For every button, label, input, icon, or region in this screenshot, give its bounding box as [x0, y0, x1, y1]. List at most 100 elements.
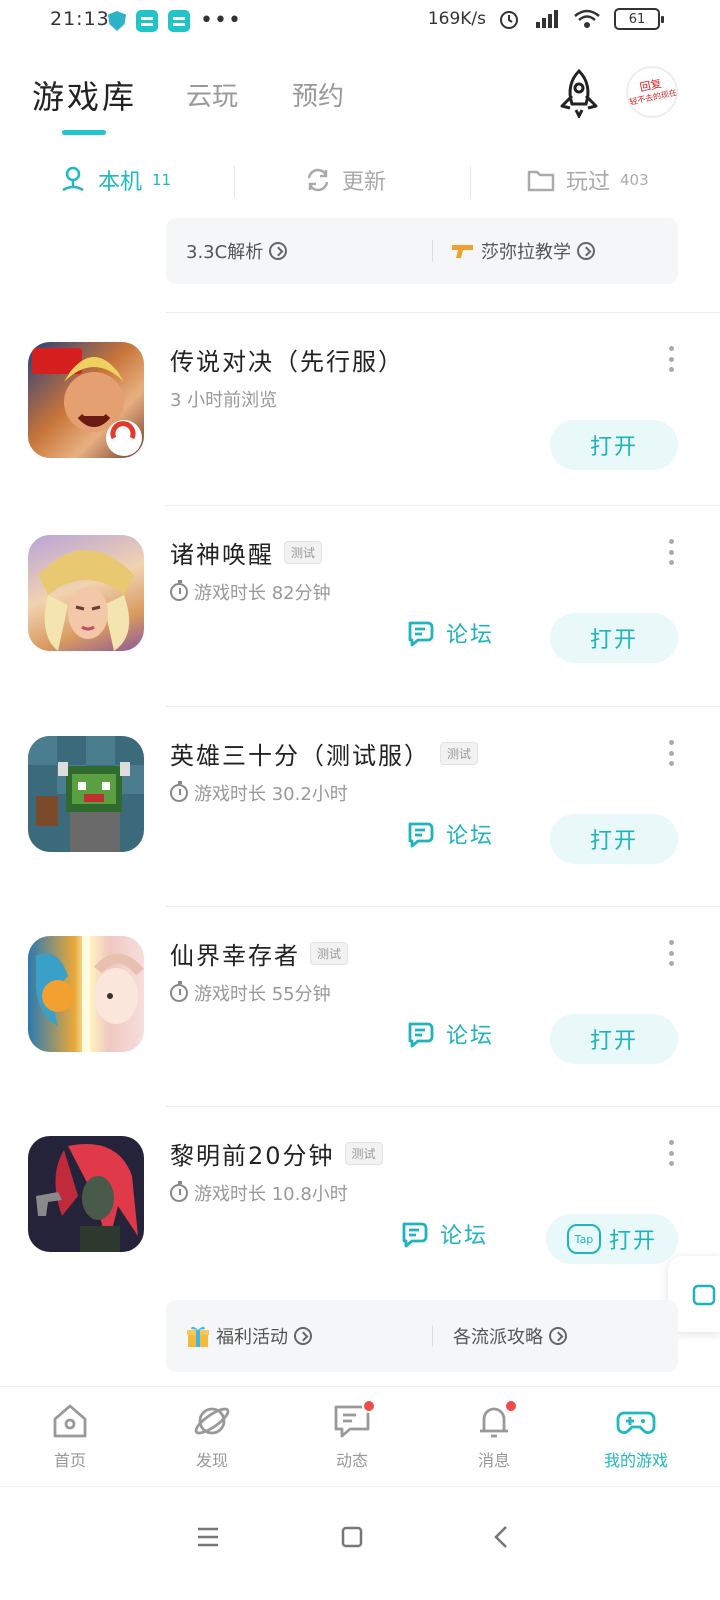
- open-button-label: 打开: [608, 1229, 657, 1254]
- strip-link-label: 各流派攻略: [453, 1327, 543, 1348]
- nav-discover[interactable]: 发现: [162, 1401, 262, 1471]
- game-art-icon: [32, 348, 142, 456]
- status-time: 21:13: [50, 8, 110, 30]
- notification-dot: [504, 1399, 518, 1413]
- open-button[interactable]: Tap 打开: [546, 1214, 678, 1264]
- game-icon[interactable]: [28, 535, 144, 651]
- forum-button[interactable]: 论坛: [406, 1018, 494, 1050]
- header: 游戏库 云玩 预约: [0, 60, 720, 140]
- timer-icon: [170, 781, 188, 802]
- open-button[interactable]: 打开: [550, 814, 678, 864]
- more-options-icon[interactable]: [666, 940, 676, 966]
- strip-link-label: 3.3C解析: [186, 242, 264, 263]
- tab-cloud-play[interactable]: 云玩: [186, 76, 238, 113]
- strip-link-analysis[interactable]: 3.3C解析: [186, 238, 432, 264]
- strip-link-tutorial[interactable]: 莎弥拉教学: [451, 238, 595, 264]
- game-title[interactable]: 仙界幸存者 测试: [170, 936, 349, 971]
- game-subtitle-text: 游戏时长 55分钟: [194, 984, 331, 1005]
- more-options-icon[interactable]: [666, 346, 676, 372]
- back-icon[interactable]: [480, 1515, 524, 1559]
- tab-game-library[interactable]: 游戏库: [32, 72, 137, 118]
- game-title-text: 传说对决（先行服）: [170, 348, 404, 376]
- home-square-icon[interactable]: [330, 1515, 374, 1559]
- game-subtitle: 游戏时长 55分钟: [170, 980, 331, 1006]
- game-subtitle: 游戏时长 10.8小时: [170, 1180, 348, 1206]
- open-button[interactable]: 打开: [550, 613, 678, 663]
- nav-messages[interactable]: 消息: [444, 1399, 544, 1471]
- game-title[interactable]: 黎明前20分钟 测试: [170, 1136, 383, 1171]
- nav-label: 消息: [477, 1451, 510, 1470]
- game-icon[interactable]: [28, 342, 144, 458]
- test-badge: 测试: [284, 541, 323, 564]
- side-tool-icon: [692, 1284, 716, 1306]
- game-row: 英雄三十分（测试服） 测试 游戏时长 30.2小时 论坛 打开: [0, 706, 720, 886]
- chat-icon: [332, 1399, 376, 1441]
- open-button-label: 打开: [589, 829, 638, 854]
- timer-icon: [170, 580, 188, 601]
- game-title[interactable]: 传说对决（先行服）: [170, 342, 404, 377]
- game-subtitle: 游戏时长 30.2小时: [170, 780, 348, 806]
- tab-reservation[interactable]: 预约: [292, 76, 344, 113]
- arrow-circle-icon: [549, 1327, 567, 1345]
- divider: [432, 1325, 433, 1347]
- subtab-played[interactable]: 玩过 403: [526, 164, 649, 196]
- open-button[interactable]: 打开: [550, 1014, 678, 1064]
- forum-button[interactable]: 论坛: [406, 617, 494, 649]
- shield-icon: [108, 11, 126, 31]
- gamepad-icon: [616, 1411, 656, 1434]
- forum-icon: [408, 621, 434, 647]
- game-title[interactable]: 诸神唤醒 测试: [170, 535, 323, 570]
- game-art-icon: [38, 550, 134, 651]
- nav-label: 动态: [335, 1451, 368, 1470]
- open-button[interactable]: 打开: [550, 420, 678, 470]
- nav-feed[interactable]: 动态: [302, 1399, 402, 1471]
- subtab-played-label: 玩过: [566, 170, 611, 195]
- nav-my-games[interactable]: 我的游戏: [586, 1401, 686, 1471]
- game-icon[interactable]: [28, 936, 144, 1052]
- menu-icon[interactable]: [186, 1515, 230, 1559]
- forum-button[interactable]: 论坛: [400, 1218, 488, 1250]
- user-pin-icon: [62, 166, 84, 192]
- planet-icon: [194, 1407, 230, 1435]
- open-button-label: 打开: [589, 435, 638, 460]
- note-icon: [168, 10, 190, 32]
- game-subtitle: 3 小时前浏览: [170, 386, 277, 412]
- game-subtitle-text: 游戏时长 82分钟: [194, 583, 331, 604]
- game-row: 诸神唤醒 测试 游戏时长 82分钟 论坛 打开: [0, 505, 720, 685]
- arrow-circle-icon: [269, 242, 288, 260]
- more-options-icon[interactable]: [666, 740, 676, 766]
- active-tab-indicator: [62, 130, 106, 135]
- game-icon[interactable]: [28, 1136, 144, 1252]
- bottom-nav: 首页 发现 动态 消息 我的游戏: [0, 1386, 720, 1484]
- open-button-label: 打开: [589, 1029, 638, 1054]
- divider: [234, 166, 235, 198]
- nav-home[interactable]: 首页: [20, 1401, 120, 1471]
- subtab-local[interactable]: 本机 11: [58, 164, 171, 196]
- strip-link-label: 莎弥拉教学: [481, 242, 571, 263]
- top-strip: 3.3C解析 莎弥拉教学: [166, 218, 678, 284]
- game-icon[interactable]: [28, 736, 144, 852]
- status-bar: 21:13 ••• 169K/s 61: [0, 0, 720, 44]
- alarm-icon: [500, 11, 518, 29]
- arrow-circle-icon: [294, 1327, 312, 1345]
- strip-link-welfare[interactable]: 福利活动: [186, 1323, 432, 1349]
- notification-dot: [362, 1399, 376, 1413]
- rocket-icon[interactable]: [556, 68, 602, 118]
- system-navigation-bar: [0, 1486, 720, 1600]
- more-options-icon[interactable]: [666, 1140, 676, 1166]
- nav-label: 首页: [53, 1451, 86, 1470]
- timer-icon: [170, 981, 188, 1002]
- subtab-update-label: 更新: [342, 170, 387, 195]
- game-title[interactable]: 英雄三十分（测试服） 测试: [170, 736, 479, 771]
- strip-link-strategy[interactable]: 各流派攻略: [453, 1323, 567, 1349]
- game-title-text: 仙界幸存者: [170, 942, 300, 970]
- bottom-strip: 福利活动 各流派攻略: [166, 1300, 678, 1372]
- forum-button-label: 论坛: [446, 824, 495, 849]
- more-options-icon[interactable]: [666, 539, 676, 565]
- signal-icon: [536, 10, 558, 28]
- home-icon: [53, 1404, 87, 1438]
- game-subtitle-text: 游戏时长 30.2小时: [194, 784, 348, 805]
- forum-button[interactable]: 论坛: [406, 818, 494, 850]
- refresh-icon: [307, 168, 329, 192]
- subtab-update[interactable]: 更新: [304, 164, 386, 196]
